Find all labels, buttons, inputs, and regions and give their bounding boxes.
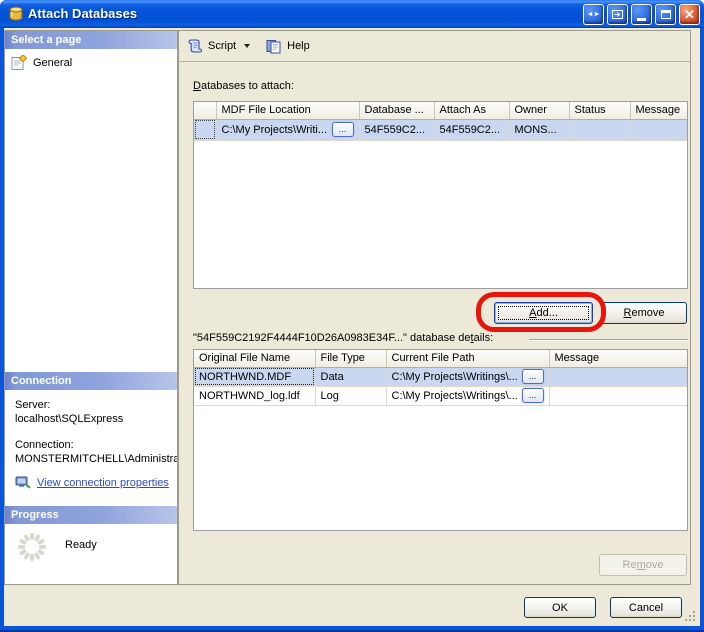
- close-button[interactable]: ✕: [679, 4, 700, 25]
- databases-to-attach-label: Databases to attach:: [193, 80, 294, 92]
- remove-button[interactable]: Remove: [601, 302, 687, 324]
- connection-header: Connection: [5, 372, 177, 390]
- mdf-file-location-cell[interactable]: C:\My Projects\Writi... ...: [216, 119, 359, 140]
- file-path-text: C:\My Projects\Writings\...: [392, 390, 519, 402]
- attach-as-cell[interactable]: 54F559C2...: [434, 119, 509, 140]
- titlebar[interactable]: Attach Databases ◄► ✕: [0, 0, 704, 28]
- remove-details-button[interactable]: Remove: [599, 554, 687, 576]
- minimize-button[interactable]: [631, 4, 652, 25]
- database-details-label: "54F559C2192F4444F10D26A0983E34F..." dat…: [193, 332, 493, 344]
- column-file-type[interactable]: File Type: [315, 350, 386, 367]
- toolbar: Script Help: [179, 31, 690, 62]
- left-right-arrows-icon: ◄►: [587, 11, 601, 18]
- original-file-name-cell[interactable]: NORTHWND.MDF: [194, 367, 315, 386]
- server-label: Server:: [15, 398, 171, 412]
- window-title: Attach Databases: [28, 0, 137, 28]
- column-mdf-file-location[interactable]: MDF File Location: [216, 102, 359, 119]
- details-table-row[interactable]: NORTHWND_log.ldf Log C:\My Projects\Writ…: [194, 386, 687, 405]
- current-file-path-cell[interactable]: C:\My Projects\Writings\... ...: [386, 367, 549, 386]
- sidebar-item-general[interactable]: General: [5, 49, 177, 71]
- page-icon: [11, 55, 27, 71]
- connection-panel: Server: localhost\SQLExpress Connection:…: [5, 390, 177, 506]
- select-a-page-header: Select a page: [5, 31, 177, 49]
- pin-window-button[interactable]: [607, 4, 628, 25]
- sidebar-item-label: General: [33, 57, 72, 69]
- attach-databases-dialog: Attach Databases ◄► ✕ Select a page: [0, 0, 704, 632]
- owner-cell[interactable]: MONS...: [509, 119, 569, 140]
- mdf-path-text: C:\My Projects\Writi...: [222, 124, 329, 136]
- script-label: Script: [208, 40, 236, 52]
- file-path-text: C:\My Projects\Writings\...: [392, 371, 519, 383]
- browse-log-file-button[interactable]: ...: [522, 388, 544, 403]
- server-value: localhost\SQLExpress: [15, 412, 171, 426]
- help-label: Help: [287, 40, 310, 52]
- column-current-file-path[interactable]: Current File Path: [386, 350, 549, 367]
- size-arrows-button[interactable]: ◄►: [583, 4, 604, 25]
- column-details-message[interactable]: Message: [549, 350, 687, 367]
- details-table-row[interactable]: NORTHWND.MDF Data C:\My Projects\Writing…: [194, 367, 687, 386]
- column-owner[interactable]: Owner: [509, 102, 569, 119]
- column-attach-as[interactable]: Attach As: [434, 102, 509, 119]
- progress-status: Ready: [65, 539, 97, 551]
- details-separator: [529, 339, 688, 341]
- help-button[interactable]: Help: [266, 38, 310, 54]
- cancel-button[interactable]: Cancel: [610, 597, 682, 618]
- database-name-cell[interactable]: 54F559C2...: [359, 119, 434, 140]
- message-cell[interactable]: [630, 119, 687, 140]
- main-panel: Script Help Databases to attach:: [178, 30, 691, 585]
- progress-spinner-icon: [15, 530, 49, 564]
- attach-table: MDF File Location Database ... Attach As…: [193, 101, 688, 289]
- connection-properties-icon: [15, 475, 32, 491]
- chevron-down-icon: [244, 44, 250, 48]
- dialog-body: Select a page General Connection Server:…: [4, 28, 700, 626]
- column-row-selector[interactable]: [194, 102, 216, 119]
- row-selector-cell[interactable]: [194, 119, 216, 140]
- details-message-cell[interactable]: [549, 386, 687, 405]
- attach-table-row[interactable]: C:\My Projects\Writi... ... 54F559C2... …: [194, 119, 687, 140]
- file-type-cell[interactable]: Log: [315, 386, 386, 405]
- browse-data-file-button[interactable]: ...: [522, 369, 544, 384]
- column-original-file-name[interactable]: Original File Name: [194, 350, 315, 367]
- resize-grip[interactable]: [684, 610, 696, 622]
- script-icon: [187, 38, 203, 54]
- original-file-name-cell[interactable]: NORTHWND_log.ldf: [194, 386, 315, 405]
- file-type-cell[interactable]: Data: [315, 367, 386, 386]
- column-status[interactable]: Status: [569, 102, 630, 119]
- window-arrow-icon: [611, 8, 624, 21]
- progress-panel: Ready: [5, 524, 177, 584]
- database-icon: [8, 6, 24, 22]
- browse-mdf-button[interactable]: ...: [332, 122, 354, 137]
- details-table-header-row: Original File Name File Type Current Fil…: [194, 350, 687, 367]
- ok-button[interactable]: OK: [524, 597, 596, 618]
- progress-header: Progress: [5, 506, 177, 524]
- maximize-icon: [661, 10, 671, 19]
- sidebar: Select a page General Connection Server:…: [4, 30, 178, 585]
- details-message-cell[interactable]: [549, 367, 687, 386]
- status-cell[interactable]: [569, 119, 630, 140]
- details-table: Original File Name File Type Current Fil…: [193, 349, 688, 531]
- current-file-path-cell[interactable]: C:\My Projects\Writings\... ...: [386, 386, 549, 405]
- minimize-icon: [637, 18, 646, 21]
- connection-value: MONSTERMITCHELL\Administra: [15, 452, 171, 466]
- window-controls: ◄► ✕: [583, 4, 700, 25]
- column-database[interactable]: Database ...: [359, 102, 434, 119]
- close-icon: ✕: [684, 8, 695, 21]
- page-list: General: [5, 49, 177, 372]
- column-message[interactable]: Message: [630, 102, 687, 119]
- attach-table-header-row: MDF File Location Database ... Attach As…: [194, 102, 687, 119]
- add-button[interactable]: Add...: [494, 302, 593, 324]
- connection-label: Connection:: [15, 438, 171, 452]
- help-icon: [266, 38, 282, 54]
- script-button[interactable]: Script: [187, 38, 250, 54]
- view-connection-properties-link[interactable]: View connection properties: [37, 476, 169, 490]
- maximize-button[interactable]: [655, 4, 676, 25]
